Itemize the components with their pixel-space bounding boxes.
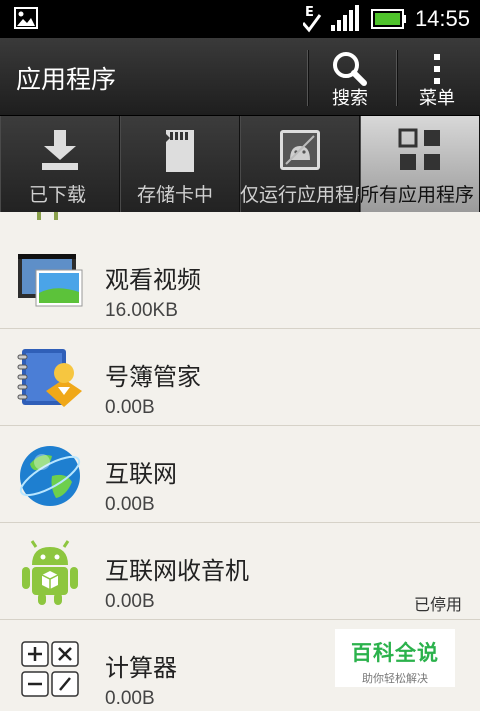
search-label: 搜索 — [332, 88, 368, 109]
tab-downloaded[interactable]: 已下载 — [0, 116, 120, 212]
watermark-logo: 百科全说 助你轻松解决 — [335, 629, 455, 687]
watermark-subtitle: 助你轻松解决 — [362, 672, 428, 685]
globe-icon — [19, 446, 81, 506]
app-name: 计算器 — [105, 654, 177, 682]
menu-label: 菜单 — [419, 88, 455, 109]
search-button[interactable]: 搜索 — [312, 46, 388, 114]
overflow-menu-icon — [434, 54, 440, 84]
running-apps-icon — [279, 130, 320, 170]
app-size: 0.00B — [105, 591, 155, 612]
clock: 14:55 — [414, 6, 470, 31]
tab-sd-card[interactable]: 存储卡中 — [120, 116, 240, 212]
app-size: 16.00KB — [105, 300, 178, 321]
watermark-title: 百科全说 — [351, 641, 439, 665]
list-item[interactable]: 观看视频 16.00KB — [0, 232, 480, 329]
calculator-icon — [21, 641, 79, 697]
action-divider — [396, 50, 397, 106]
gallery-notification-icon — [14, 7, 38, 29]
tab-all-apps[interactable]: 所有应用程序 — [360, 116, 480, 212]
partial-app-icon — [37, 212, 58, 220]
search-icon — [333, 52, 367, 86]
grid-icon — [398, 128, 440, 170]
download-icon — [41, 130, 78, 170]
tab-running[interactable]: 仅运行应用程序 — [240, 116, 360, 212]
network-signal-icon: E — [302, 5, 359, 33]
app-size: 0.00B — [105, 688, 155, 709]
app-name: 号簿管家 — [105, 363, 201, 391]
sd-card-icon — [165, 130, 194, 172]
app-status: 已停用 — [413, 595, 462, 614]
app-size: 0.00B — [105, 494, 155, 515]
app-name: 互联网收音机 — [105, 557, 249, 585]
menu-button[interactable]: 菜单 — [399, 46, 475, 114]
page-title: 应用程序 — [16, 65, 117, 94]
tab-label: 所有应用程序 — [360, 184, 475, 206]
app-name: 观看视频 — [105, 266, 201, 294]
app-name: 互联网 — [105, 460, 177, 488]
action-divider — [307, 50, 308, 106]
tab-label: 存储卡中 — [137, 184, 214, 206]
list-item[interactable]: 互联网 0.00B — [0, 426, 480, 523]
app-size: 0.00B — [105, 397, 155, 418]
action-bar: 应用程序 搜索 菜单 — [0, 38, 480, 116]
tab-bar: 已下载 存储卡中 仅运行应用程序 所有应用程序 — [0, 116, 480, 212]
list-item[interactable]: 号簿管家 0.00B — [0, 329, 480, 426]
android-package-icon — [22, 540, 78, 605]
status-bar: E 14:55 — [0, 0, 480, 38]
battery-icon — [370, 9, 406, 29]
list-item[interactable]: 互联网收音机 0.00B 已停用 — [0, 523, 480, 620]
tab-label: 仅运行应用程序 — [240, 184, 360, 206]
video-player-icon — [18, 254, 83, 307]
network-type-label: E — [305, 5, 314, 20]
contacts-book-icon — [17, 349, 82, 407]
tab-label: 已下载 — [29, 184, 87, 206]
